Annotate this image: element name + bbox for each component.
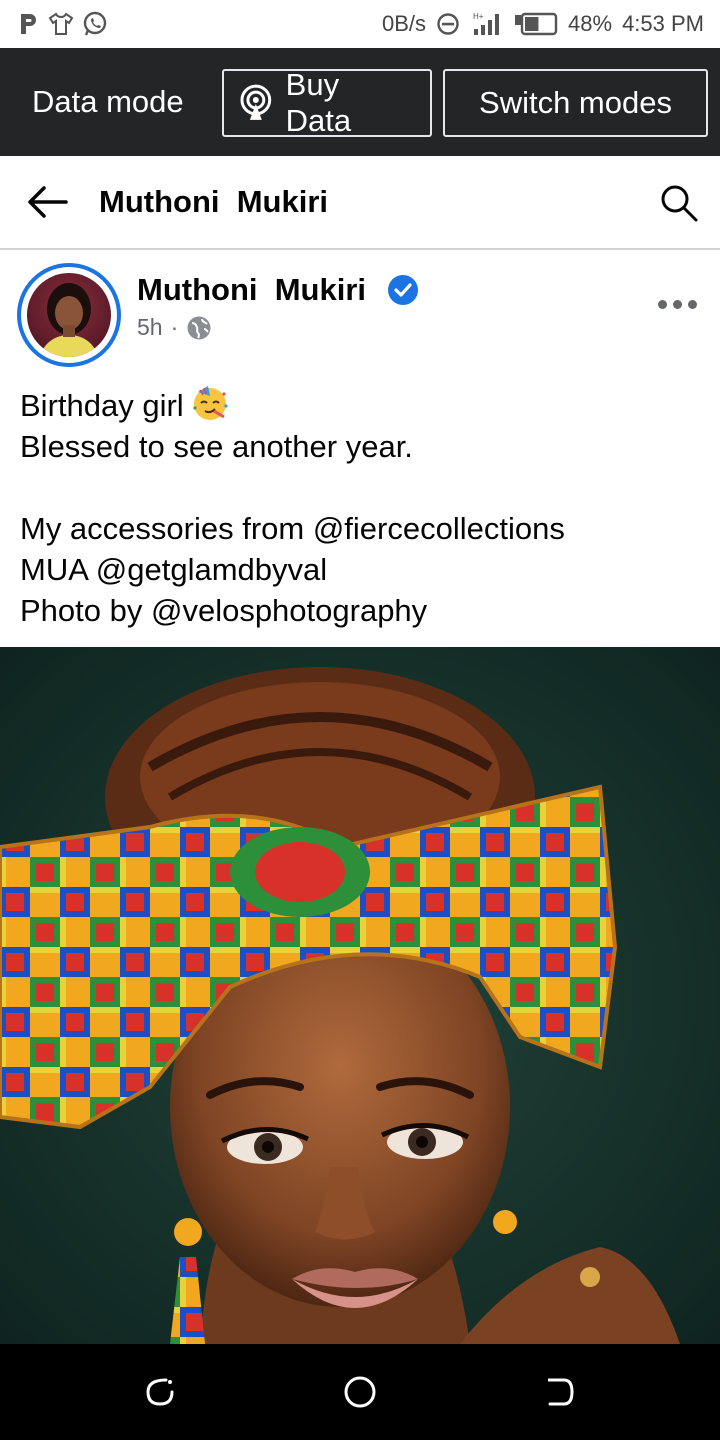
party-face-emoji-icon [193,386,228,420]
post-meta: 5h · [137,314,212,341]
meta-separator: · [170,314,179,340]
post-photo[interactable] [0,647,720,1344]
network-speed: 0B/s [381,11,427,36]
search-icon[interactable] [660,184,698,222]
system-navigation-bar [0,1344,720,1440]
portrait-image [0,647,720,1344]
back-icon[interactable] [542,1374,578,1410]
switch-modes-button[interactable]: Switch modes [443,69,708,137]
status-bar: 0B/s H+ 48% 4:53 PM [0,0,720,48]
svg-text:H+: H+ [473,12,484,21]
verified-badge-icon [388,275,418,305]
story-ring[interactable] [17,263,121,367]
data-mode-bar: Data mode Buy Data Switch modes [0,48,720,156]
shirt-icon [48,12,74,35]
globe-icon [187,316,211,339]
avatar [27,273,111,357]
signal-icon: H+ [473,12,500,35]
battery-percent: 48% [568,11,613,36]
page-header: Muthoni Mukiri [0,156,720,250]
post-text-line: Photo by @velosphotography [20,593,428,628]
post-header: Muthoni Mukiri 5h · [0,262,720,372]
status-left-icons [18,11,108,37]
post-text-line: Blessed to see another year. [20,429,413,464]
post-text-line: Birthday girl [20,384,710,426]
post-time[interactable]: 5h [137,314,163,341]
pocket-icon [21,14,36,34]
whatsapp-icon [83,11,107,36]
post-author-name[interactable]: Muthoni Mukiri [137,272,366,308]
dnd-icon [437,13,459,35]
recents-icon[interactable] [142,1374,178,1410]
home-icon[interactable] [342,1374,378,1410]
switch-modes-label: Switch modes [479,85,672,120]
data-mode-label: Data mode [32,84,184,119]
status-right: 0B/s H+ 48% 4:53 PM [382,11,704,37]
buy-data-button[interactable]: Buy Data [222,67,432,138]
broadcast-icon [240,84,272,120]
buy-data-label: Buy Data [285,67,352,138]
post-text: Birthday girl Blessed to see another yea… [20,384,710,631]
post-text-line: My accessories from @fiercecollections [20,511,565,546]
battery-icon [515,12,558,36]
more-options-icon[interactable] [658,296,698,312]
post-text-line: MUA @getglamdbyval [20,552,328,587]
page-title: Muthoni Mukiri [99,184,329,219]
back-arrow-icon[interactable] [26,184,68,220]
clock: 4:53 PM [622,11,704,36]
